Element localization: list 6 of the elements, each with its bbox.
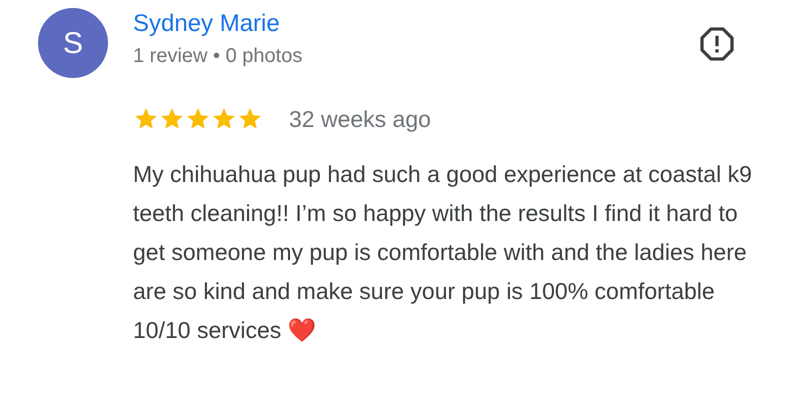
reviewer-name[interactable]: Sydney Marie — [133, 8, 302, 40]
reviewer-meta: 1 review • 0 photos — [133, 44, 302, 69]
avatar: S — [38, 8, 108, 78]
review-time: 32 weeks ago — [289, 105, 431, 134]
review-text: My chihuahua pup had such a good experience at coastal k9 teeth cleaning!! I’m so happy with the results I find it hard to get someone my pup is comfortable with and the ladies here are so kind and make sure your pup is 100% comfortable 10/10 services ❤ — [132, 160, 753, 344]
report-icon[interactable] — [699, 26, 735, 62]
